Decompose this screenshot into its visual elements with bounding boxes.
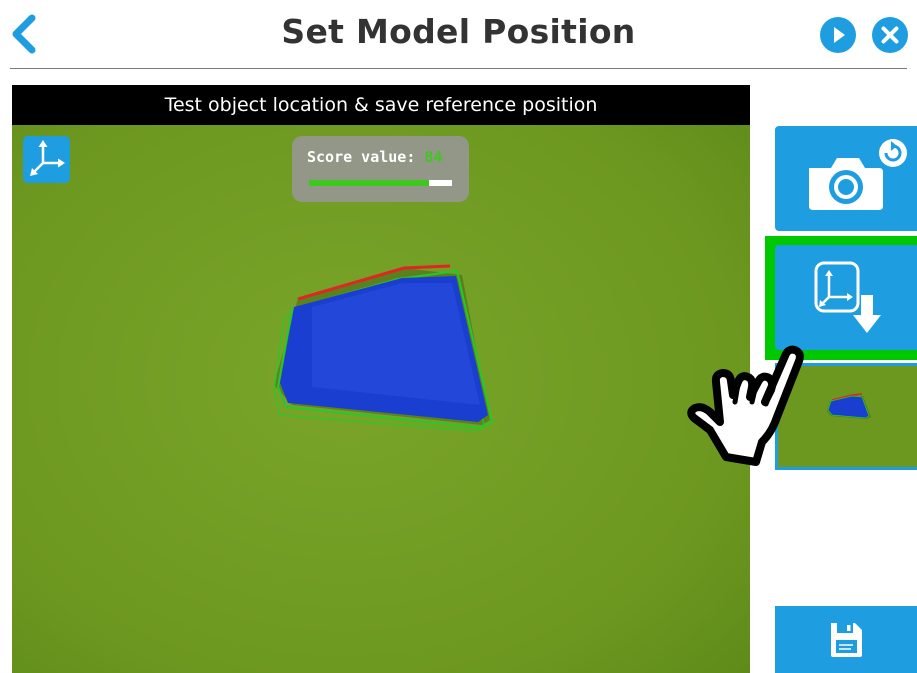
score-progress-fill [309,180,430,186]
instruction-banner: Test object location & save reference po… [12,85,750,125]
floppy-disk-icon [831,623,862,657]
header-divider [10,68,907,69]
close-icon [881,26,899,44]
app-window: Set Model Position Test object location … [0,0,917,673]
score-label: Score value: [307,148,416,166]
axes-button[interactable] [23,136,70,183]
save-button[interactable] [775,606,917,673]
page-title: Set Model Position [281,12,636,51]
hand-pointer-icon [687,345,804,466]
camera-view[interactable]: Test object location & save reference po… [12,85,750,673]
play-icon [834,27,845,43]
play-button[interactable] [820,17,856,53]
snapshot-button[interactable] [775,126,917,231]
close-button[interactable] [872,17,908,53]
score-value: 84 [424,148,443,166]
axes-icon [30,140,65,176]
camera-refresh-icon [809,139,907,210]
header: Set Model Position [0,0,917,68]
score-progress-bar [309,180,452,186]
score-panel: Score value: 84 [292,136,469,202]
score-readout: Score value: 84 [307,148,442,166]
